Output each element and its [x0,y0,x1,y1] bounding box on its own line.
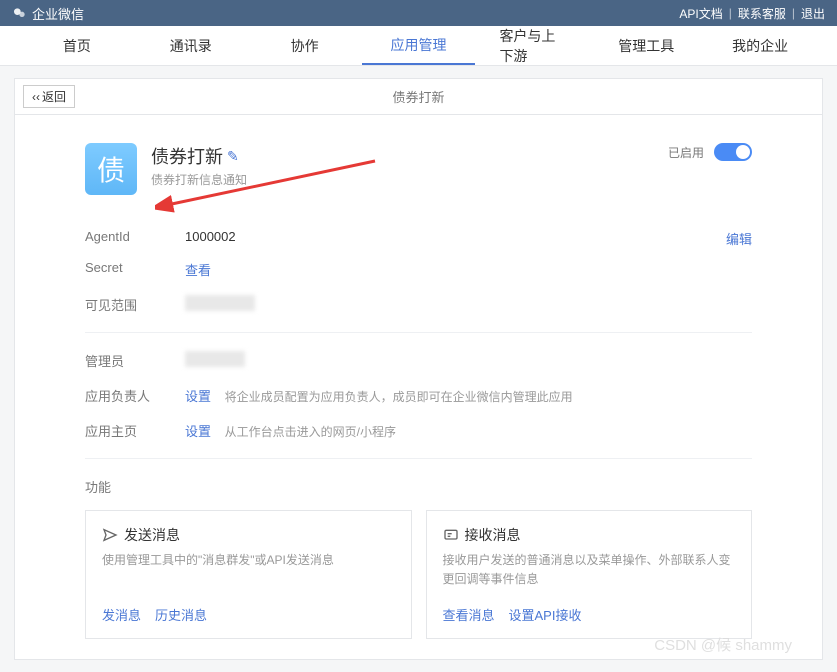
home-desc: 从工作台点击进入的网页/小程序 [225,425,396,439]
row-visible-range: 可见范围 [85,295,752,314]
app-title: 债券打新 ✎ [151,143,654,169]
app-title-text: 债券打新 [151,143,223,169]
app-subtitle: 债券打新信息通知 [151,171,654,188]
admin-value-redacted [185,351,245,367]
content: 债 债券打新 ✎ 债券打新信息通知 已启用 [15,115,822,659]
divider: | [792,6,795,20]
enable-wrap: 已启用 [668,143,752,161]
row-owner: 应用负责人 设置 将企业成员配置为应用负责人，成员即可在企业微信内管理此应用 [85,386,752,405]
nav-enterprise[interactable]: 我的企业 [703,26,817,65]
chevron-left-icon: ‹‹ [32,90,40,104]
send-icon [102,527,118,543]
nav-home[interactable]: 首页 [20,26,134,65]
main-card: ‹‹ 返回 债券打新 债 债券打新 ✎ 债券打新信息通知 已启用 [14,78,823,660]
contact-link[interactable]: 联系客服 [738,5,786,22]
receive-icon [443,527,459,543]
app-icon: 债 [85,143,137,195]
home-set-link[interactable]: 设置 [185,424,211,439]
brand-text: 企业微信 [32,4,84,23]
back-label: 返回 [42,88,66,105]
visible-label: 可见范围 [85,295,185,314]
functions-title: 功能 [85,477,752,496]
set-api-receive-link[interactable]: 设置API接收 [509,605,582,624]
owner-set-link[interactable]: 设置 [185,389,211,404]
brand: 企业微信 [12,4,84,23]
admin-label: 管理员 [85,351,185,370]
receive-message-card: 接收消息 接收用户发送的普通消息以及菜单操作、外部联系人变更回调等事件信息 查看… [426,510,753,639]
divider: | [729,6,732,20]
nav-bar: 首页 通讯录 协作 应用管理 客户与上下游 管理工具 我的企业 [0,26,837,66]
edit-link[interactable]: 编辑 [726,229,752,248]
edit-pen-icon[interactable]: ✎ [227,148,239,165]
watermark: CSDN @候 shammy [654,634,792,655]
nav-collab[interactable]: 协作 [248,26,362,65]
wechat-work-icon [12,5,28,21]
enable-toggle[interactable] [714,143,752,161]
view-message-link[interactable]: 查看消息 [443,605,495,624]
divider [85,332,752,333]
receive-title: 接收消息 [465,525,521,545]
page-title: 债券打新 [392,87,444,106]
logout-link[interactable]: 退出 [801,5,825,22]
nav-apps[interactable]: 应用管理 [362,26,476,65]
divider [85,458,752,459]
page-header: ‹‹ 返回 债券打新 [15,79,822,115]
agent-id-label: AgentId [85,229,185,244]
info-block-2: 管理员 应用负责人 设置 将企业成员配置为应用负责人，成员即可在企业微信内管理此… [85,351,752,440]
nav-contacts[interactable]: 通讯录 [134,26,248,65]
home-label: 应用主页 [85,421,185,440]
send-title: 发送消息 [124,525,180,545]
api-doc-link[interactable]: API文档 [679,5,722,22]
main-area: ‹‹ 返回 债券打新 债 债券打新 ✎ 债券打新信息通知 已启用 [0,66,837,672]
owner-label: 应用负责人 [85,386,185,405]
nav-tools[interactable]: 管理工具 [589,26,703,65]
send-message-card: 发送消息 使用管理工具中的"消息群发"或API发送消息 发消息 历史消息 [85,510,412,639]
nav-customers[interactable]: 客户与上下游 [475,26,589,65]
row-home: 应用主页 设置 从工作台点击进入的网页/小程序 [85,421,752,440]
enabled-label: 已启用 [668,144,704,161]
top-header: 企业微信 API文档 | 联系客服 | 退出 [0,0,837,26]
row-secret: Secret 查看 [85,260,752,279]
row-agent-id: AgentId 1000002 编辑 [85,229,752,244]
row-admin: 管理员 [85,351,752,370]
secret-view-link[interactable]: 查看 [185,260,211,279]
owner-desc: 将企业成员配置为应用负责人，成员即可在企业微信内管理此应用 [225,390,573,404]
function-cards: 发送消息 使用管理工具中的"消息群发"或API发送消息 发消息 历史消息 接收消… [85,510,752,639]
info-block: AgentId 1000002 编辑 Secret 查看 可见范围 [85,229,752,314]
send-desc: 使用管理工具中的"消息群发"或API发送消息 [102,551,395,591]
send-message-link[interactable]: 发消息 [102,605,141,624]
secret-label: Secret [85,260,185,275]
history-message-link[interactable]: 历史消息 [155,605,207,624]
back-button[interactable]: ‹‹ 返回 [23,85,75,108]
visible-value-redacted [185,295,255,311]
receive-desc: 接收用户发送的普通消息以及菜单操作、外部联系人变更回调等事件信息 [443,551,736,591]
agent-id-value: 1000002 [185,229,236,244]
app-header: 债 债券打新 ✎ 债券打新信息通知 已启用 [85,143,752,195]
